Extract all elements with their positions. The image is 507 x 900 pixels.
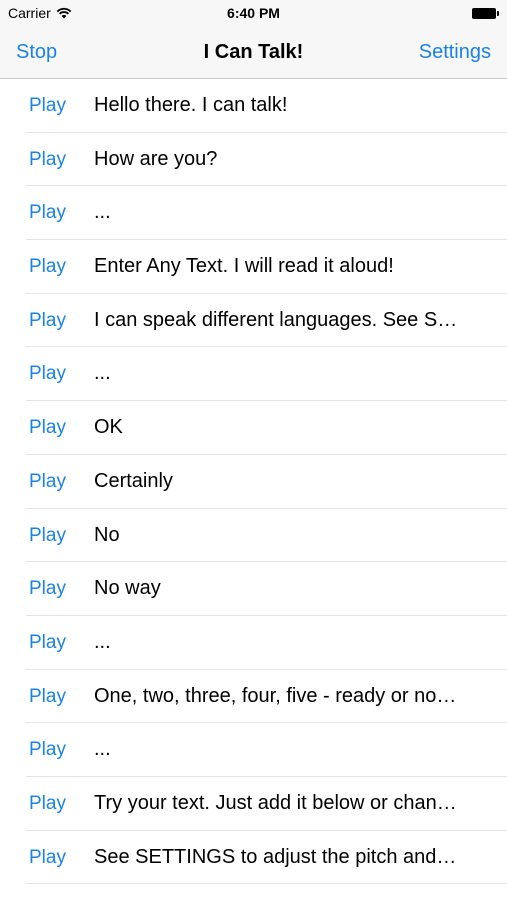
list-item: Play No way [0, 562, 507, 616]
list-item: Play Hello there. I can talk! [0, 79, 507, 133]
play-button[interactable]: Play [29, 739, 66, 761]
phrase-text[interactable]: No [94, 524, 484, 547]
status-bar: Carrier 6:40 PM [0, 0, 507, 28]
play-button[interactable]: Play [29, 417, 66, 439]
play-button[interactable]: Play [29, 95, 66, 117]
row-divider [26, 883, 507, 885]
phrase-text[interactable]: Try your text. Just add it below or chan… [94, 792, 484, 815]
list-item: Play One, two, three, four, five - ready … [0, 670, 507, 724]
settings-button[interactable]: Settings [419, 41, 491, 64]
play-button[interactable]: Play [29, 525, 66, 547]
play-button[interactable]: Play [29, 202, 66, 224]
phrase-text[interactable]: No way [94, 577, 484, 600]
navigation-bar: Stop I Can Talk! Settings [0, 28, 507, 79]
list-item: Play... [0, 616, 507, 670]
status-time: 6:40 PM [227, 5, 280, 21]
list-item: Play Certainly [0, 455, 507, 509]
phrase-text[interactable]: ... [94, 631, 484, 654]
list-item: Play OK [0, 401, 507, 455]
phrase-text[interactable]: ... [94, 362, 484, 385]
phrase-text[interactable]: I can speak different languages. See S… [94, 309, 484, 332]
phrase-text[interactable]: How are you? [94, 148, 484, 171]
phrase-text[interactable]: OK [94, 416, 484, 439]
phrase-text[interactable]: ... [94, 201, 484, 224]
list-item: Play... [0, 186, 507, 241]
battery-icon [472, 8, 499, 19]
play-button[interactable]: Play [29, 256, 66, 278]
phrase-text[interactable]: Certainly [94, 470, 484, 493]
play-button[interactable]: Play [29, 310, 66, 332]
list-item: Play Try your text. Just add it below or … [0, 777, 507, 831]
play-button[interactable]: Play [29, 471, 66, 493]
phrase-text[interactable]: See SETTINGS to adjust the pitch and… [94, 846, 484, 869]
play-button[interactable]: Play [29, 149, 66, 171]
play-button[interactable]: Play [29, 363, 66, 385]
phrase-text[interactable]: One, two, three, four, five - ready or n… [94, 685, 484, 708]
play-button[interactable]: Play [29, 793, 66, 815]
play-button[interactable]: Play [29, 632, 66, 654]
play-button[interactable]: Play [29, 847, 66, 869]
phrase-text[interactable]: Hello there. I can talk! [94, 94, 484, 117]
list-item: Play Enter Any Text. I will read it aloud… [0, 240, 507, 294]
list-item: Play No [0, 509, 507, 563]
phrase-text[interactable]: ... [94, 738, 484, 761]
list-item: Play I can speak different languages. See… [0, 294, 507, 348]
stop-button[interactable]: Stop [16, 41, 57, 64]
list-item: Play See SETTINGS to adjust the pitch and… [0, 831, 507, 885]
play-button[interactable]: Play [29, 578, 66, 600]
list-item: Play How are you? [0, 133, 507, 187]
phrase-list: Play Hello there. I can talk! Play How are… [0, 79, 507, 885]
list-item: Play... [0, 723, 507, 777]
phrase-text[interactable]: Enter Any Text. I will read it aloud! [94, 255, 484, 278]
list-item: Play... [0, 347, 507, 402]
play-button[interactable]: Play [29, 686, 66, 708]
